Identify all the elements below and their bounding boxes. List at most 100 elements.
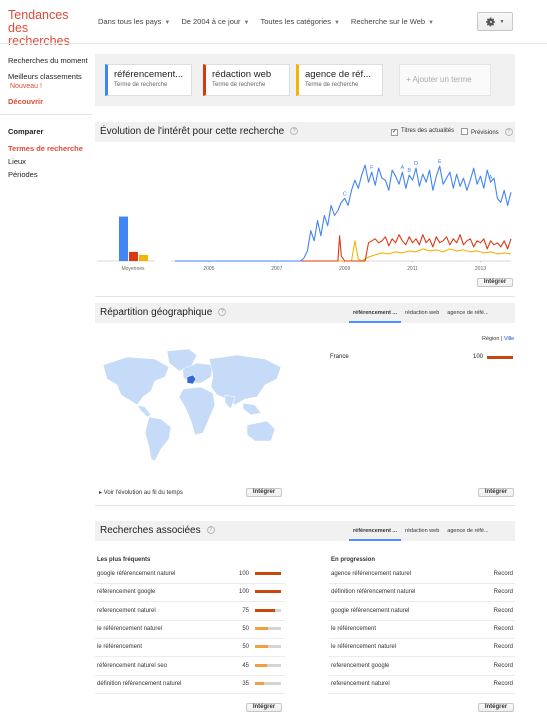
search-term-chip[interactable]: rédaction web Terme de recherche — [203, 64, 290, 96]
tab-term-2[interactable]: rédaction web — [401, 303, 443, 323]
term-name: référencement... — [114, 69, 184, 80]
help-icon[interactable]: ? — [218, 308, 227, 317]
help-icon[interactable]: ? — [504, 128, 513, 137]
search-type-filter[interactable]: Recherche sur le Web ▼ — [351, 17, 434, 26]
country-filter-label: Dans tous les pays — [98, 17, 162, 26]
rising-search-row[interactable]: définition référencement naturel Record — [329, 584, 515, 603]
section-divider — [95, 296, 515, 297]
news-headlines-toggle[interactable]: ✓ Titres des actualités — [391, 128, 454, 136]
checkbox-checked-icon: ✓ — [391, 129, 398, 136]
news-headlines-label: Titres des actualités — [401, 128, 455, 134]
embed-top-button[interactable]: Intégrer — [246, 703, 282, 712]
map-central-america — [136, 404, 152, 418]
average-bar — [139, 254, 148, 261]
search-term-chip[interactable]: référencement... Terme de recherche — [105, 64, 192, 96]
evolution-link[interactable]: ▸ Voir l'évolution au fil du temps — [99, 489, 189, 497]
query-text: agence référencement naturel — [331, 571, 412, 577]
news-marker: F — [370, 165, 374, 171]
add-term-button[interactable]: + Ajouter un terme — [399, 64, 491, 96]
term-type: Terme de recherche — [114, 82, 168, 88]
top-search-row[interactable]: google référencement naturel 100 — [95, 566, 285, 584]
query-status: Record — [493, 571, 513, 577]
top-searches-heading: Les plus fréquents — [97, 557, 151, 563]
tab-term-1[interactable]: référencement ... — [349, 521, 402, 541]
term-bar: référencement... Terme de recherche réda… — [95, 54, 515, 106]
tab-term-3[interactable]: agence de réfé... — [443, 521, 492, 541]
x-tick-label: 2013 — [475, 266, 486, 272]
help-icon[interactable]: ? — [206, 526, 215, 535]
interest-title: Évolution de l'intérêt pour cette recher… — [100, 126, 299, 137]
query-status: Record — [493, 644, 513, 651]
search-term-chip[interactable]: agence de réf... Terme de recherche — [296, 64, 383, 96]
top-search-row[interactable]: le référencement naturel 50 — [95, 621, 285, 639]
rising-search-row[interactable]: le référencement Record — [329, 621, 515, 639]
query-value: 50 — [242, 625, 249, 632]
query-bar-fill — [255, 681, 265, 685]
rising-search-row[interactable]: agence référencement naturel Record — [329, 566, 515, 584]
geo-tabs: référencement ... rédaction web agence d… — [349, 303, 493, 323]
region-toggle[interactable]: Région — [482, 336, 499, 342]
map-asia — [208, 354, 282, 406]
average-bar — [129, 251, 138, 261]
query-bar-fill — [255, 626, 268, 630]
query-text: définition référencement naturel — [97, 680, 182, 687]
settings-button[interactable]: ▼ — [477, 12, 513, 31]
news-marker: B — [407, 168, 411, 174]
news-marker: A — [401, 165, 405, 171]
sidebar-item-trending[interactable]: Recherches du moment — [8, 56, 88, 66]
map-africa — [178, 386, 216, 436]
sidebar-item-top-charts[interactable]: Meilleurs classements — [8, 72, 88, 82]
embed-rising-button[interactable]: Intégrer — [478, 703, 514, 712]
world-map[interactable] — [97, 347, 285, 465]
embed-map-button[interactable]: Intégrer — [246, 488, 282, 497]
query-text: referencement naturel — [97, 607, 156, 614]
date-filter-label: De 2004 à ce jour — [181, 17, 241, 26]
category-filter[interactable]: Toutes les catégories ▼ — [261, 17, 340, 26]
category-filter-label: Toutes les catégories — [260, 17, 331, 26]
sidebar-item-periods[interactable]: Périodes — [8, 168, 93, 181]
term-name: agence de réf... — [305, 69, 372, 80]
rising-search-row[interactable]: referencement google Record — [329, 658, 515, 676]
query-bar-fill — [255, 663, 267, 667]
top-search-row[interactable]: le référencement 50 — [95, 639, 285, 658]
tab-term-3[interactable]: agence de réfé... — [443, 303, 492, 323]
checkbox-icon — [461, 128, 468, 135]
region-city-toggle: Région | Ville — [482, 336, 515, 342]
city-toggle[interactable]: Ville — [504, 336, 514, 342]
tab-term-1[interactable]: référencement ... — [349, 303, 402, 323]
sidebar-divider — [0, 114, 92, 115]
rising-search-row[interactable]: google référencement naturel Record — [329, 603, 515, 621]
query-value: 75 — [242, 607, 249, 614]
query-value: 50 — [242, 644, 249, 651]
query-value: 100 — [238, 571, 249, 577]
sidebar-item-locations[interactable]: Lieux — [8, 155, 93, 168]
sidebar-item-discover[interactable]: Découvrir — [8, 97, 88, 107]
rising-search-row[interactable]: referencement naturel Record — [329, 676, 515, 694]
rising-search-row[interactable]: le référencement naturel Record — [329, 639, 515, 658]
chevron-down-icon: ▼ — [243, 20, 250, 26]
query-status: Record — [493, 625, 513, 632]
help-icon[interactable]: ? — [290, 127, 299, 136]
top-search-row[interactable]: référencement naturel seo 45 — [95, 658, 285, 676]
query-text: google référencement naturel — [331, 607, 410, 614]
country-filter[interactable]: Dans tous les pays ▼ — [98, 17, 170, 26]
top-search-row[interactable]: referencement naturel 75 — [95, 603, 285, 621]
embed-geo-list-button[interactable]: Intégrer — [478, 488, 514, 497]
sidebar-item-search-terms[interactable]: Termes de recherche — [8, 142, 93, 155]
forecast-label: Prévisions — [471, 130, 499, 136]
map-australia — [246, 420, 276, 442]
date-filter[interactable]: De 2004 à ce jour ▼ — [181, 17, 249, 26]
query-bar-track — [255, 572, 281, 575]
series-line — [175, 234, 512, 262]
map-southeast-asia — [242, 402, 262, 416]
geo-title-text: Répartition géographique — [100, 307, 213, 318]
forecast-toggle[interactable]: Prévisions? — [461, 128, 513, 137]
search-type-filter-label: Recherche sur le Web — [350, 17, 425, 26]
query-bar-track — [255, 608, 281, 612]
top-search-row[interactable]: référencement google 100 — [95, 584, 285, 603]
tab-term-2[interactable]: rédaction web — [401, 521, 443, 541]
query-text: référencement google — [97, 589, 156, 596]
top-search-row[interactable]: définition référencement naturel 35 — [95, 676, 285, 694]
embed-chart-button[interactable]: Intégrer — [477, 278, 513, 287]
header-divider — [0, 43, 547, 44]
